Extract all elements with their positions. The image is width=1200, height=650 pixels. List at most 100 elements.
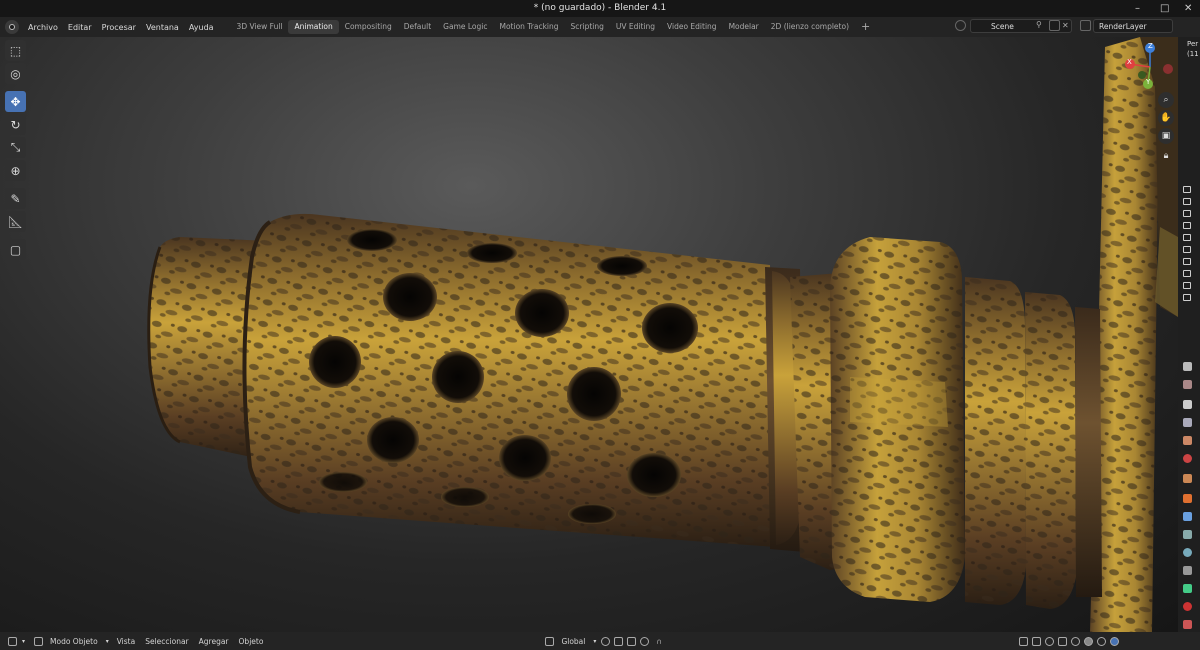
rendered-shading-icon[interactable] <box>1109 636 1119 646</box>
tab-motion-tracking[interactable]: Motion Tracking <box>493 20 564 34</box>
add-cube-icon[interactable]: ▢ <box>5 239 26 260</box>
tab-video-editing[interactable]: Video Editing <box>661 20 723 34</box>
editor-type-icon[interactable] <box>8 636 17 646</box>
tab-default[interactable]: Default <box>398 20 437 34</box>
muzzle-brake-render <box>147 37 1178 632</box>
gizmo-toggle-icon[interactable] <box>1031 636 1041 646</box>
chevron-down-icon[interactable]: ▾ <box>590 638 599 645</box>
menu-vista[interactable]: Vista <box>112 637 141 646</box>
menu-objeto[interactable]: Objeto <box>234 637 269 646</box>
material-properties-icon[interactable] <box>1183 602 1192 611</box>
menu-procesar[interactable]: Procesar <box>97 23 141 32</box>
zoom-icon[interactable]: ⌕ <box>1158 92 1174 108</box>
falloff-curve-icon[interactable]: ∩ <box>651 637 667 646</box>
measure-icon[interactable]: 📐︎ <box>5 211 26 232</box>
camera-view-icon[interactable]: ▣ <box>1158 128 1174 144</box>
view-layer-selector[interactable]: RenderLayer <box>1093 19 1173 33</box>
snap-target-icon[interactable] <box>627 636 637 646</box>
move-icon[interactable]: ✥ <box>5 91 26 112</box>
object-properties-icon[interactable] <box>1183 494 1192 503</box>
select-box-icon[interactable]: ⬚ <box>5 40 26 61</box>
gizmo-z-label: Z <box>1148 42 1153 50</box>
tab-game-logic[interactable]: Game Logic <box>437 20 493 34</box>
tab-2d-lienzo-completo[interactable]: 2D (lienzo completo) <box>765 20 855 34</box>
render-visibility-icon[interactable] <box>1183 222 1191 229</box>
render-visibility-icon[interactable] <box>1183 258 1191 265</box>
mode-selector[interactable]: Modo Objeto <box>45 637 103 646</box>
tool-properties-icon[interactable] <box>1183 362 1192 371</box>
data-properties-icon[interactable] <box>1183 584 1192 593</box>
texture-properties-icon[interactable] <box>1183 620 1192 629</box>
window-title-bar: * (no guardado) - Blender 4.1 – □ ✕ <box>0 0 1200 17</box>
tab-3d-view-full[interactable]: 3D View Full <box>231 20 289 34</box>
pin-icon[interactable]: ⚲ <box>1036 20 1047 31</box>
render-properties-icon[interactable] <box>1183 380 1192 389</box>
tab-modelar[interactable]: Modelar <box>723 20 765 34</box>
tab-animation[interactable]: Animation <box>288 20 339 34</box>
menu-archivo[interactable]: Archivo <box>23 23 63 32</box>
pivot-point-icon[interactable] <box>601 636 611 646</box>
menu-ventana[interactable]: Ventana <box>141 23 184 32</box>
new-scene-icon[interactable] <box>1049 20 1060 31</box>
annotate-icon[interactable]: ✎ <box>5 188 26 209</box>
visibility-icon[interactable] <box>1018 636 1028 646</box>
view-perspective-label: Per <box>1187 40 1199 48</box>
tab-scripting[interactable]: Scripting <box>565 20 610 34</box>
world-properties-icon[interactable] <box>1183 454 1192 463</box>
menu-ayuda[interactable]: Ayuda <box>184 23 219 32</box>
gizmo-x-label: X <box>1127 58 1132 66</box>
xray-icon[interactable] <box>1057 636 1067 646</box>
orientation-selector[interactable]: Global <box>556 637 590 646</box>
add-workspace-icon[interactable]: + <box>855 20 876 34</box>
view-layer-icon[interactable] <box>1183 418 1192 427</box>
wireframe-shading-icon[interactable] <box>1070 636 1080 646</box>
delete-scene-icon[interactable]: ✕ <box>1062 20 1073 31</box>
tab-uv-editing[interactable]: UV Editing <box>610 20 661 34</box>
collection-properties-icon[interactable] <box>1183 474 1192 483</box>
render-visibility-icon[interactable] <box>1183 282 1191 289</box>
object-mode-icon[interactable] <box>34 636 44 646</box>
window-title: * (no guardado) - Blender 4.1 <box>533 3 667 13</box>
menu-editar[interactable]: Editar <box>63 23 97 32</box>
transform-orientation-icon[interactable] <box>545 636 555 646</box>
scene-properties-icon[interactable] <box>1183 436 1192 445</box>
tool-shelf: ⬚ ◎ ✥ ↻ ⤡ ⊕ ✎ 📐︎ ▢ <box>5 40 29 262</box>
constraints-icon[interactable] <box>1183 566 1192 575</box>
minimize-icon[interactable]: – <box>1135 0 1140 17</box>
render-visibility-icon[interactable] <box>1183 270 1191 277</box>
chevron-down-icon[interactable]: ▾ <box>103 638 112 645</box>
maximize-icon[interactable]: □ <box>1160 0 1169 17</box>
view-layer-browse-icon[interactable] <box>1080 20 1091 31</box>
render-visibility-icon[interactable] <box>1183 210 1191 217</box>
proportional-editing-icon[interactable] <box>640 636 650 646</box>
particles-icon[interactable] <box>1183 530 1192 539</box>
solid-shading-icon[interactable] <box>1083 636 1093 646</box>
lock-icon[interactable]: 🔒︎ <box>1158 148 1174 164</box>
snap-icon[interactable] <box>614 636 624 646</box>
transform-icon[interactable]: ⊕ <box>5 160 26 181</box>
rotate-icon[interactable]: ↻ <box>5 114 26 135</box>
render-visibility-icon[interactable] <box>1183 234 1191 241</box>
render-visibility-icon[interactable] <box>1183 246 1191 253</box>
chevron-down-icon[interactable]: ▾ <box>19 638 28 645</box>
scale-icon[interactable]: ⤡ <box>5 137 26 158</box>
3d-viewport[interactable]: X Y Z ⌕ ✋ ▣ 🔒︎ <box>0 37 1178 632</box>
gizmo-y-label: Y <box>1146 78 1151 86</box>
cursor-icon[interactable]: ◎ <box>5 63 26 84</box>
render-visibility-icon[interactable] <box>1183 198 1191 205</box>
material-shading-icon[interactable] <box>1096 636 1106 646</box>
tab-compositing[interactable]: Compositing <box>339 20 398 34</box>
menu-seleccionar[interactable]: Seleccionar <box>140 637 193 646</box>
physics-icon[interactable] <box>1183 548 1192 557</box>
overlays-icon[interactable] <box>1044 636 1054 646</box>
viewport-header: ▾ Modo Objeto ▾ Vista Seleccionar Agrega… <box>0 632 1200 650</box>
close-icon[interactable]: ✕ <box>1184 0 1192 17</box>
blender-logo-icon[interactable] <box>5 20 19 34</box>
scene-browse-icon[interactable] <box>955 20 966 31</box>
output-properties-icon[interactable] <box>1183 400 1192 409</box>
pan-hand-icon[interactable]: ✋ <box>1158 110 1174 126</box>
modifier-wrench-icon[interactable] <box>1183 512 1192 521</box>
menu-agregar[interactable]: Agregar <box>194 637 234 646</box>
render-visibility-icon[interactable] <box>1183 186 1191 193</box>
render-visibility-icon[interactable] <box>1183 294 1191 301</box>
